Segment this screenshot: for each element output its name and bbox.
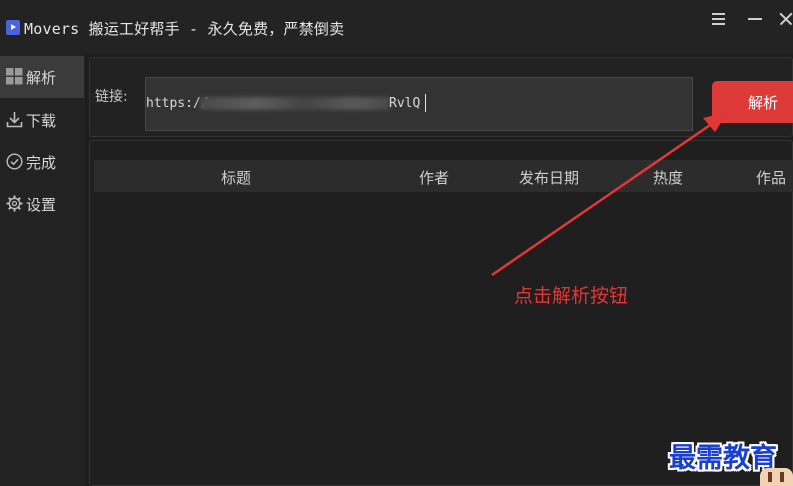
- mascot-image: [760, 468, 793, 486]
- annotation-arrow: [491, 112, 728, 277]
- watermark: 最需教育: [669, 443, 777, 474]
- annotation-text: 点击解析按钮: [514, 285, 629, 307]
